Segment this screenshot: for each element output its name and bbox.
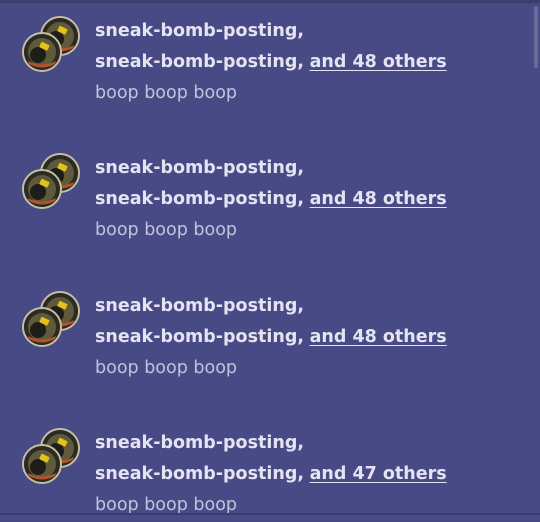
user-name-link[interactable]: sneak-bomb-posting, [95,464,304,484]
bomb-avatar-icon[interactable] [22,307,62,347]
avatar-stack[interactable] [22,153,82,213]
user-name-link[interactable]: sneak-bomb-posting, [95,296,304,316]
activity-text: sneak-bomb-posting, sneak-bomb-posting, … [95,16,515,109]
activity-item[interactable]: sneak-bomb-posting, sneak-bomb-posting, … [0,275,530,385]
scrollbar[interactable] [532,0,540,515]
user-name-link[interactable]: sneak-bomb-posting, [95,21,304,41]
others-link[interactable]: and 48 others [310,327,447,347]
others-link[interactable]: and 48 others [310,52,447,72]
bomb-avatar-icon[interactable] [22,32,62,72]
user-name-link[interactable]: sneak-bomb-posting, [95,433,304,453]
user-name-link[interactable]: sneak-bomb-posting, [95,158,304,178]
avatar-stack[interactable] [22,291,82,351]
user-name-link[interactable]: sneak-bomb-posting, [95,52,304,72]
avatar-stack[interactable] [22,16,82,76]
activity-text: sneak-bomb-posting, sneak-bomb-posting, … [95,428,515,521]
activity-text: sneak-bomb-posting, sneak-bomb-posting, … [95,153,515,246]
bomb-avatar-icon[interactable] [22,444,62,484]
others-link[interactable]: and 48 others [310,189,447,209]
activity-message: boop boop boop [95,220,238,240]
activity-message: boop boop boop [95,83,238,103]
bomb-avatar-icon[interactable] [22,169,62,209]
user-name-link[interactable]: sneak-bomb-posting, [95,327,304,347]
activity-item[interactable]: sneak-bomb-posting, sneak-bomb-posting, … [0,0,530,110]
scrollbar-thumb[interactable] [534,6,538,68]
user-name-link[interactable]: sneak-bomb-posting, [95,189,304,209]
activity-item[interactable]: sneak-bomb-posting, sneak-bomb-posting, … [0,137,530,247]
activity-item[interactable]: sneak-bomb-posting, sneak-bomb-posting, … [0,412,530,522]
activity-text: sneak-bomb-posting, sneak-bomb-posting, … [95,291,515,384]
others-link[interactable]: and 47 others [310,464,447,484]
activity-message: boop boop boop [95,358,238,378]
avatar-stack[interactable] [22,428,82,488]
activity-message: boop boop boop [95,495,238,515]
